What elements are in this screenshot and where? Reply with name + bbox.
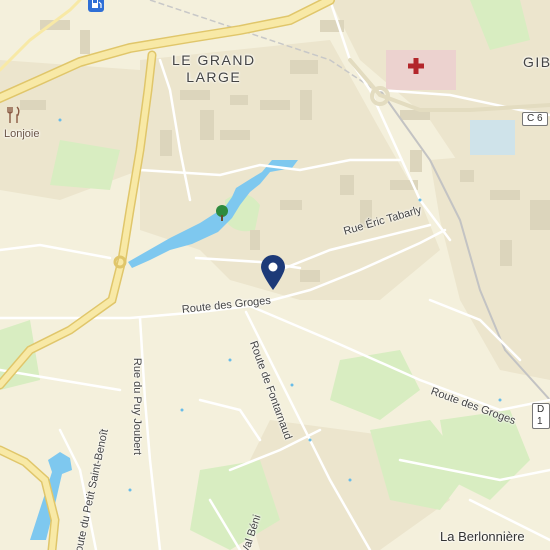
restaurant-icon[interactable] xyxy=(7,106,21,124)
park-tree-icon[interactable] xyxy=(214,204,230,222)
area-label: LE GRAND LARGE xyxy=(172,52,256,85)
road-shield-d1: D 1 xyxy=(532,403,550,429)
sports-area xyxy=(470,120,515,155)
place-label-berlonniere: La Berlonnière xyxy=(440,529,525,544)
fuel-station-icon[interactable] xyxy=(88,0,104,12)
street-label-puy-joubert: Rue du Puy Joubert xyxy=(131,357,144,456)
area-label-edge: GIB xyxy=(523,54,550,70)
hospital-icon[interactable] xyxy=(406,56,426,76)
location-pin-icon[interactable] xyxy=(258,254,288,290)
map-view[interactable]: LE GRAND LARGE GIB Lonjoie La Berlonnièr… xyxy=(0,0,550,550)
road-shield-c6: C 6 xyxy=(522,112,548,126)
poi-label-lonjoie[interactable]: Lonjoie xyxy=(4,128,39,141)
